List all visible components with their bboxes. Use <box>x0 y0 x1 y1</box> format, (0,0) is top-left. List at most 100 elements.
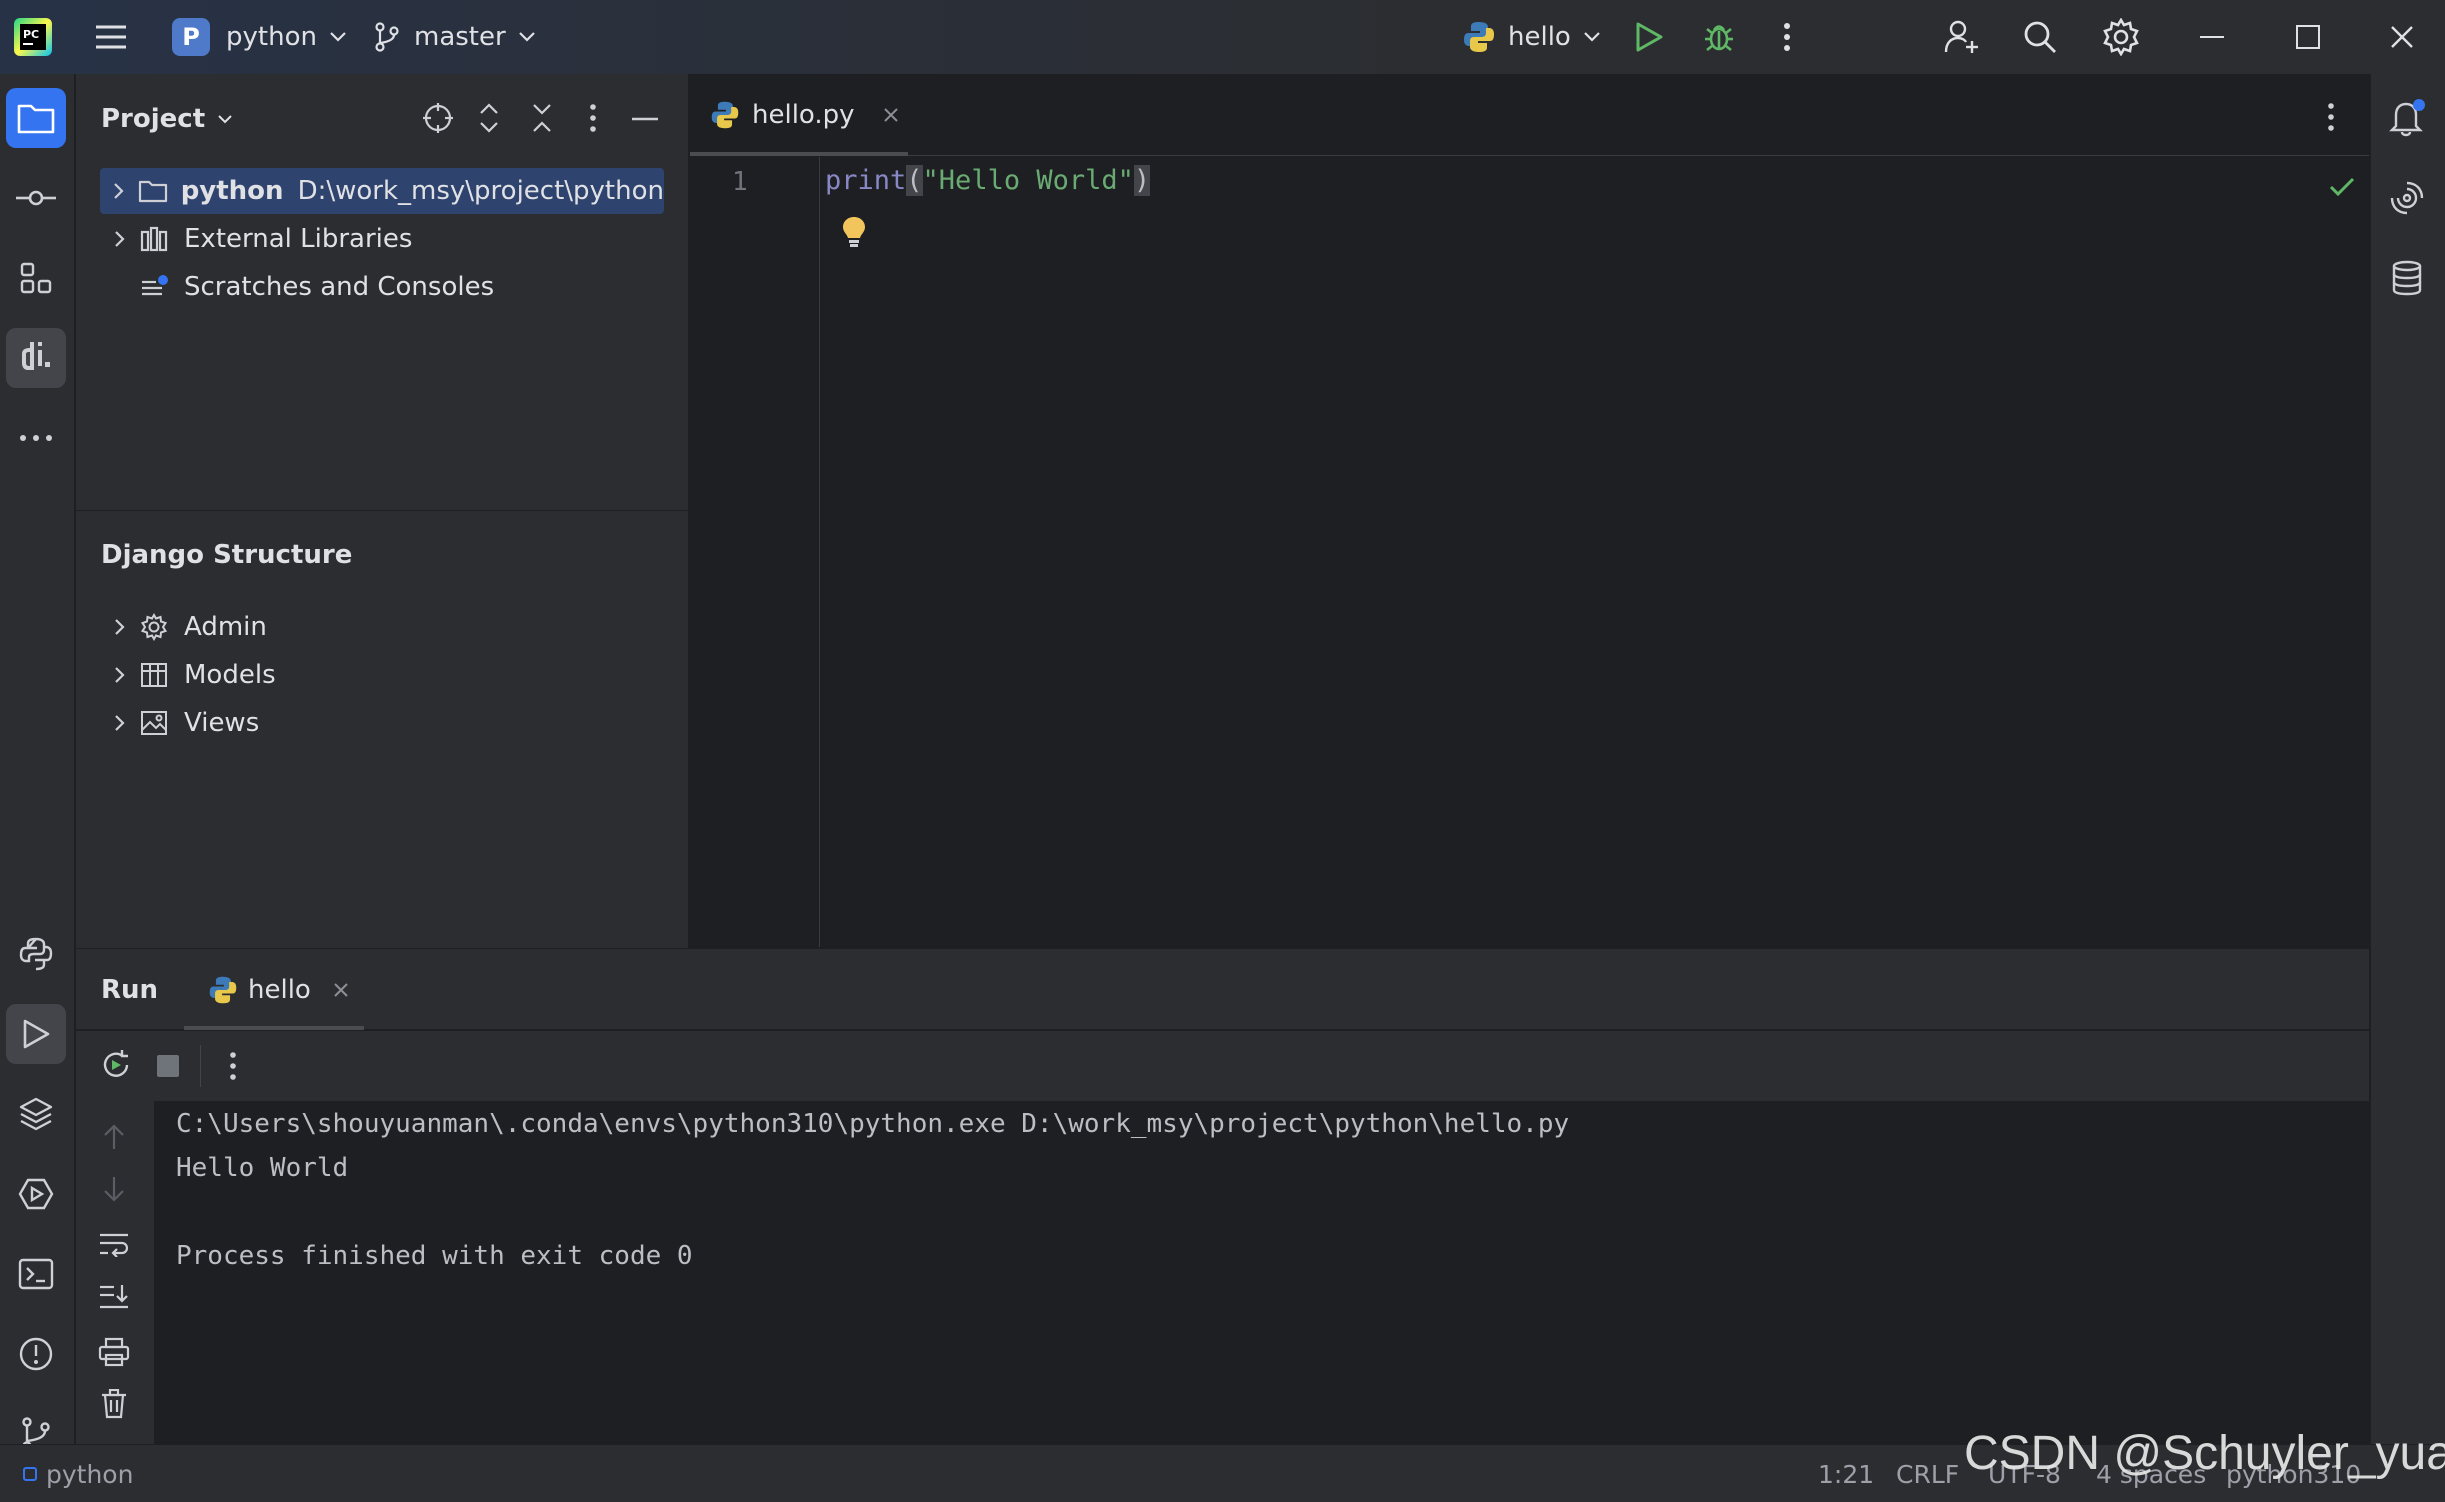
status-line-separator[interactable]: CRLF <box>1896 1445 1959 1502</box>
status-caret-position[interactable]: 1:21 <box>1818 1445 1874 1502</box>
run-tool-button[interactable] <box>6 1004 66 1064</box>
tree-item-external-libraries[interactable]: External Libraries <box>100 216 664 262</box>
code-with-me-icon[interactable] <box>1944 0 1980 74</box>
chevron-right-icon[interactable] <box>100 618 140 636</box>
tree-item-label: External Libraries <box>184 224 413 254</box>
run-tool-icon <box>21 1018 51 1050</box>
problems-tool-button[interactable] <box>6 1324 66 1384</box>
database-icon <box>2391 260 2423 296</box>
panel-divider <box>76 510 689 511</box>
tree-item-label: Scratches and Consoles <box>184 272 495 302</box>
run-config-name: hello <box>1508 22 1571 52</box>
hide-panel-icon[interactable] <box>632 117 658 121</box>
close-tab-icon[interactable] <box>883 107 899 123</box>
chevron-right-icon[interactable] <box>100 714 140 732</box>
minimize-window-icon[interactable] <box>2200 0 2224 74</box>
editor-tab-options-icon[interactable] <box>2326 102 2336 132</box>
run-tab-hello[interactable]: hello <box>208 949 349 1031</box>
services-tool-button[interactable] <box>6 1164 66 1224</box>
more-actions-icon[interactable] <box>1782 0 1792 74</box>
more-tools-button[interactable] <box>6 408 66 468</box>
pycharm-logo-icon[interactable]: PC <box>14 0 52 74</box>
notifications-tool-button[interactable] <box>2377 88 2437 148</box>
watermark-text: CSDN @Schuyler_yuan <box>1964 1427 2445 1480</box>
more-horizontal-icon <box>19 434 53 442</box>
django-tool-button[interactable] <box>6 328 66 388</box>
tree-item-label: python <box>180 176 284 206</box>
title-bar: PC P python master hello <box>0 0 2445 74</box>
tree-item-project-root[interactable]: python D:\work_msy\project\python <box>100 168 664 214</box>
code-line[interactable]: print("Hello World") <box>825 165 1151 196</box>
chevron-right-icon[interactable] <box>100 666 140 684</box>
python-packages-tool-button[interactable] <box>6 1084 66 1144</box>
ai-assistant-tool-button[interactable] <box>2377 168 2437 228</box>
intention-lightbulb-icon[interactable] <box>841 215 867 249</box>
database-tool-button[interactable] <box>2377 248 2437 308</box>
project-panel-header[interactable]: Project <box>101 104 233 134</box>
maximize-window-icon[interactable] <box>2296 0 2320 74</box>
django-item-views[interactable]: Views <box>100 700 664 746</box>
chevron-right-icon[interactable] <box>100 182 138 200</box>
scroll-to-end-icon[interactable] <box>98 1283 130 1311</box>
chevron-right-icon[interactable] <box>100 230 140 248</box>
code-token-paren-open: ( <box>906 165 923 196</box>
arrow-down-icon[interactable] <box>102 1175 126 1203</box>
structure-icon <box>19 261 53 295</box>
more-actions-icon[interactable] <box>228 1051 238 1081</box>
folder-icon <box>17 102 55 134</box>
collapse-all-icon[interactable] <box>531 102 553 134</box>
run-config-selector[interactable]: hello <box>1462 0 1601 74</box>
editor-gutter: 1 <box>690 157 820 947</box>
rerun-icon[interactable] <box>100 1049 132 1081</box>
editor-tab-hello-py[interactable]: hello.py <box>710 74 899 156</box>
layers-icon <box>18 1096 54 1132</box>
stop-icon[interactable] <box>156 1054 180 1078</box>
python-file-icon <box>710 100 740 130</box>
status-project-name: python <box>46 1459 134 1489</box>
python-file-icon <box>1462 20 1496 54</box>
django-structure-title: Django Structure <box>101 540 353 570</box>
soft-wrap-icon[interactable] <box>98 1231 130 1257</box>
console-line-exit: Process finished with exit code 0 <box>176 1241 693 1271</box>
run-console[interactable]: C:\Users\shouyuanman\.conda\envs\python3… <box>154 1101 2369 1444</box>
run-tab-label: hello <box>248 975 311 1005</box>
tree-item-path: D:\work_msy\project\python <box>297 176 664 206</box>
python-console-tool-button[interactable] <box>6 924 66 984</box>
trash-icon[interactable] <box>100 1389 128 1419</box>
structure-tool-button[interactable] <box>6 248 66 308</box>
code-editor[interactable]: print("Hello World") <box>821 157 2369 947</box>
run-panel-title: Run <box>101 975 159 1005</box>
django-item-admin[interactable]: Admin <box>100 604 664 650</box>
editor-tab-bar: hello.py <box>690 74 2369 156</box>
terminal-icon <box>18 1258 54 1290</box>
terminal-tool-button[interactable] <box>6 1244 66 1304</box>
module-square-icon <box>22 1466 38 1482</box>
main-menu-icon[interactable] <box>94 0 128 74</box>
project-name: python <box>226 22 317 52</box>
settings-gear-icon[interactable] <box>2102 0 2140 74</box>
arrow-up-icon[interactable] <box>102 1123 126 1151</box>
branch-icon <box>374 22 400 52</box>
search-icon[interactable] <box>2022 0 2058 74</box>
panel-options-icon[interactable] <box>588 103 598 133</box>
close-window-icon[interactable] <box>2390 0 2414 74</box>
expand-all-icon[interactable] <box>478 102 500 134</box>
locate-file-icon[interactable] <box>422 102 454 134</box>
inspection-ok-check-icon[interactable] <box>2329 177 2355 197</box>
library-icon <box>140 226 176 252</box>
project-tool-button[interactable] <box>6 88 66 148</box>
commit-tool-button[interactable] <box>6 168 66 228</box>
tree-item-label: Admin <box>184 612 267 642</box>
close-tab-icon[interactable] <box>333 982 349 998</box>
django-item-models[interactable]: Models <box>100 652 664 698</box>
debug-icon[interactable] <box>1702 0 1736 74</box>
print-icon[interactable] <box>98 1337 130 1367</box>
tree-item-scratches[interactable]: Scratches and Consoles <box>100 264 664 310</box>
project-switcher[interactable]: P python <box>172 0 347 74</box>
run-icon[interactable] <box>1634 0 1664 74</box>
ai-assistant-icon <box>2389 180 2425 216</box>
editor-tab-label: hello.py <box>752 100 855 130</box>
commit-icon <box>16 188 56 208</box>
status-project-widget[interactable]: python <box>22 1445 133 1502</box>
vcs-branch-widget[interactable]: master <box>374 0 536 74</box>
